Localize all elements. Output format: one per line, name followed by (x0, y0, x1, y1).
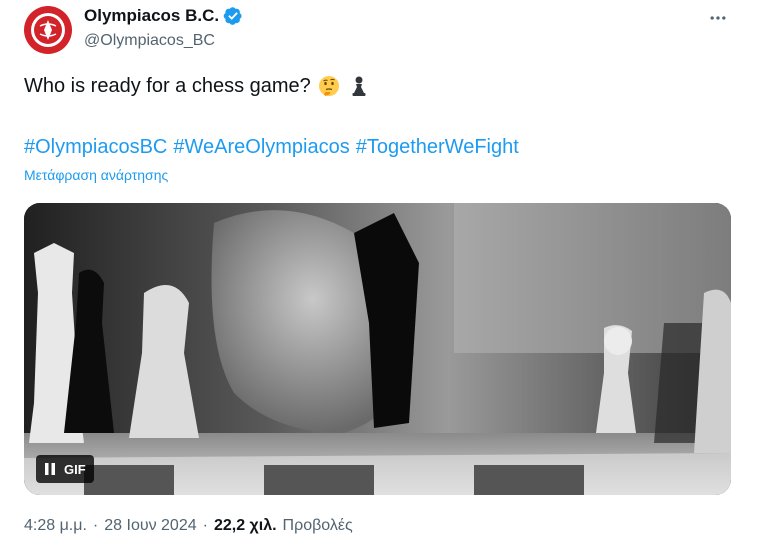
post-date[interactable]: 28 Ιουν 2024 (104, 517, 196, 535)
chess-pawn-emoji (352, 76, 366, 96)
more-button[interactable] (704, 4, 732, 32)
tweet-text: Who is ready for a chess game? (24, 72, 371, 100)
tweet-body: Who is ready for a chess game? (24, 75, 311, 97)
author-handle[interactable]: @Olympiacos_BC (84, 32, 215, 50)
tweet-card: Olympiacos B.C. @Olympiacos_BC Who is re… (0, 0, 764, 552)
meta-separator: · (92, 517, 99, 534)
hashtag-link[interactable]: #TogetherWeFight (356, 133, 519, 161)
gif-label: GIF (64, 461, 86, 477)
hashtag-link[interactable]: #OlympiacosBC (24, 133, 167, 161)
hashtag-row: #OlympiacosBC #WeAreOlympiacos #Together… (24, 133, 519, 161)
translate-post-link[interactable]: Μετάφραση ανάρτησης (24, 167, 168, 183)
avatar[interactable] (24, 6, 72, 54)
gif-media[interactable]: GIF (24, 203, 731, 495)
hashtag-link[interactable]: #WeAreOlympiacos (173, 133, 349, 161)
chess-board-image (24, 203, 731, 495)
verified-badge-icon (223, 7, 242, 25)
more-horizontal-icon (710, 16, 726, 20)
gif-badge[interactable]: GIF (36, 455, 94, 483)
views-label: Προβολές (282, 517, 353, 534)
meta-separator: · (202, 517, 208, 534)
author-display-name[interactable]: Olympiacos B.C. (84, 6, 219, 26)
views-count: 22,2 χιλ. (213, 517, 277, 534)
tweet-meta: 4:28 μ.μ. · 28 Ιουν 2024 · 22,2 χιλ. Προ… (24, 517, 353, 535)
post-time[interactable]: 4:28 μ.μ. (24, 517, 87, 535)
thinking-face-emoji (318, 76, 339, 96)
author-name-row: Olympiacos B.C. (84, 6, 243, 26)
pause-icon (45, 463, 55, 475)
olympiacos-crest-icon (31, 13, 65, 47)
